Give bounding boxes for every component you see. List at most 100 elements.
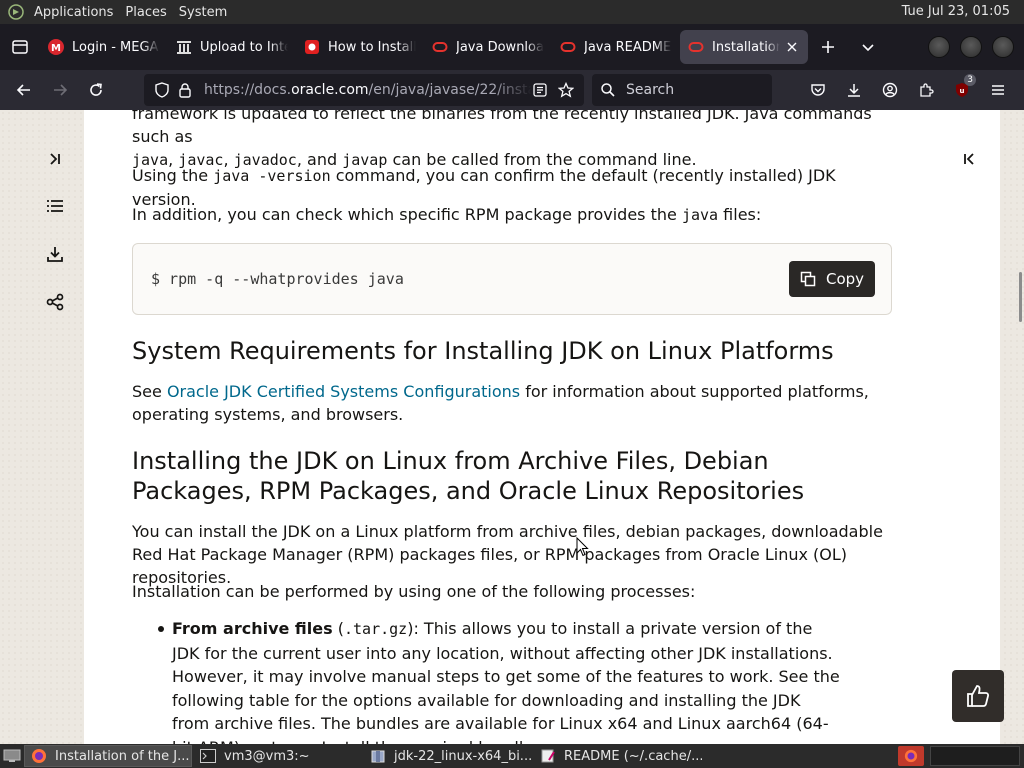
- back-button[interactable]: [6, 74, 42, 106]
- certified-systems-link[interactable]: Oracle JDK Certified Systems Configurati…: [167, 382, 520, 401]
- url-path: /en/java/javase/22/install/installation-…: [368, 82, 532, 98]
- heading-system-requirements: System Requirements for Installing JDK o…: [132, 337, 834, 365]
- search-input[interactable]: Search: [626, 82, 674, 98]
- panel-menus: Applications Places System: [0, 4, 233, 20]
- paragraph-see-certified: See Oracle JDK Certified Systems Configu…: [132, 380, 892, 426]
- plus-icon: [822, 41, 834, 53]
- text: Using the: [132, 166, 214, 185]
- account-icon: [882, 82, 898, 98]
- download-pdf-button[interactable]: [44, 243, 66, 265]
- taskbar-label: Installation of the J...: [55, 748, 190, 764]
- share-button[interactable]: [44, 291, 66, 313]
- list-icon: [47, 200, 63, 212]
- url-bar[interactable]: https://docs.oracle.com/en/java/javase/2…: [144, 74, 584, 106]
- oracle-icon: [560, 39, 576, 55]
- new-tab-button[interactable]: [808, 24, 848, 70]
- tab-java-readme[interactable]: Java README: [552, 30, 680, 64]
- panel-clock[interactable]: Tue Jul 23, 01:05: [902, 4, 1010, 19]
- minimize-button[interactable]: [928, 36, 950, 58]
- extensions-button[interactable]: [908, 74, 944, 106]
- tab-login-mega[interactable]: M Login - MEGA: [40, 30, 168, 64]
- collapse-right-panel-button[interactable]: [958, 148, 980, 170]
- svg-text:u: u: [960, 87, 965, 95]
- search-bar[interactable]: Search: [592, 74, 772, 106]
- toolbar-right: u 3: [800, 74, 1016, 106]
- share-icon: [46, 293, 64, 311]
- tab-installation[interactable]: Installation: [680, 30, 808, 64]
- bookmark-star-icon[interactable]: [558, 82, 574, 98]
- mega-icon: M: [48, 39, 64, 55]
- list-all-tabs-button[interactable]: [848, 24, 888, 70]
- nav-bar: https://docs.oracle.com/en/java/javase/2…: [0, 70, 1024, 110]
- feedback-button[interactable]: [952, 670, 1004, 722]
- code-java-version: java -version: [213, 167, 331, 185]
- chevron-down-icon: [862, 44, 874, 52]
- reload-button[interactable]: [78, 74, 114, 106]
- forward-button[interactable]: [42, 74, 78, 106]
- hamburger-menu-icon: [992, 85, 1004, 95]
- record-icon: [304, 39, 320, 55]
- tab-internet-archive[interactable]: Upload to Internet Archive: [168, 30, 296, 64]
- expand-toc-button[interactable]: [44, 148, 66, 170]
- applications-icon[interactable]: [8, 4, 24, 20]
- text-editor-icon: [540, 748, 556, 764]
- workspace-switcher[interactable]: [930, 746, 1020, 766]
- tab-java-downloads[interactable]: Java Downloads: [424, 30, 552, 64]
- firefox-view-button[interactable]: [0, 24, 40, 70]
- account-button[interactable]: [872, 74, 908, 106]
- pocket-button[interactable]: [800, 74, 836, 106]
- window-controls: [928, 36, 1014, 58]
- scrollbar-thumb[interactable]: [1019, 272, 1022, 322]
- bullet: [158, 626, 164, 632]
- copy-button[interactable]: Copy: [789, 261, 875, 297]
- menu-system[interactable]: System: [173, 5, 233, 20]
- copy-label: Copy: [825, 269, 865, 288]
- taskbar: Installation of the J... vm3@vm3:~ jdk-2…: [0, 744, 1024, 768]
- taskbar-item-text-editor[interactable]: README (~/.cache/....: [534, 745, 702, 767]
- taskbar-item-terminal[interactable]: vm3@vm3:~: [194, 745, 362, 767]
- close-tab-icon[interactable]: [784, 39, 800, 55]
- top-panel: Applications Places System Tue Jul 23, 0…: [0, 0, 1024, 24]
- terminal-icon: [200, 748, 216, 764]
- thumbs-up-icon: [967, 685, 990, 707]
- code-command[interactable]: $ rpm -q --whatprovides java: [151, 268, 404, 291]
- text: framework is updated to reflect the bina…: [132, 110, 872, 146]
- menu-applications[interactable]: Applications: [28, 5, 119, 20]
- code-tar-gz: .tar.gz: [343, 620, 408, 638]
- paragraph-rpm-check: In addition, you can check which specifi…: [132, 203, 892, 227]
- close-window-button[interactable]: [992, 36, 1014, 58]
- tab-how-to-install[interactable]: How to Install: [296, 30, 424, 64]
- arrow-left-icon: [16, 84, 30, 96]
- maximize-button[interactable]: [960, 36, 982, 58]
- tab-label: Java Downloads: [456, 39, 544, 55]
- reader-view-icon[interactable]: [532, 82, 548, 98]
- taskbar-item-firefox[interactable]: Installation of the J...: [24, 745, 192, 767]
- ublock-button[interactable]: u 3: [944, 74, 980, 106]
- tab-label: Java README: [584, 39, 672, 55]
- menu-places[interactable]: Places: [119, 5, 172, 20]
- url-text[interactable]: https://docs.oracle.com/en/java/javase/2…: [204, 82, 532, 98]
- tab-label: How to Install: [328, 39, 416, 55]
- lock-icon[interactable]: [178, 82, 192, 98]
- download-icon: [848, 84, 860, 97]
- archive-icon: [176, 39, 192, 55]
- text: In addition, you can check which specifi…: [132, 205, 682, 224]
- app-menu-button[interactable]: [980, 74, 1016, 106]
- oracle-icon: [432, 39, 448, 55]
- taskbar-item-archive-manager[interactable]: jdk-22_linux-x64_bi...: [364, 745, 532, 767]
- taskbar-label: jdk-22_linux-x64_bi...: [394, 748, 532, 764]
- list-item: From archive files (.tar.gz): This allow…: [172, 617, 842, 744]
- show-desktop-button[interactable]: [0, 744, 24, 768]
- paragraph-install-options: You can install the JDK on a Linux platf…: [132, 522, 883, 587]
- toc-button[interactable]: [44, 195, 66, 217]
- firefox-view-icon: [12, 40, 28, 54]
- pocket-icon: [811, 84, 825, 96]
- list-item-title: From archive files: [172, 619, 333, 638]
- expand-panel-icon: [50, 153, 60, 165]
- tray-firefox-icon[interactable]: [898, 746, 924, 766]
- tab-label: Login - MEGA: [72, 39, 159, 55]
- shield-icon[interactable]: [154, 82, 170, 98]
- tab-label: Upload to Internet Archive: [200, 39, 288, 55]
- downloads-button[interactable]: [836, 74, 872, 106]
- reload-icon: [90, 83, 102, 96]
